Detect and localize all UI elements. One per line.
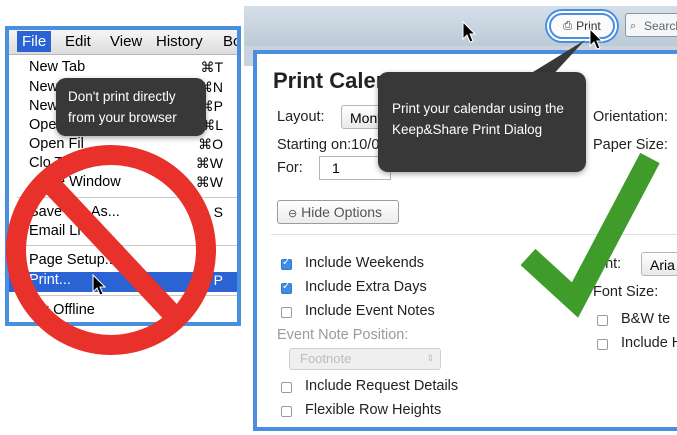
tooltip-dont-print-browser: Don't print directly from your browser (56, 78, 206, 136)
mouse-cursor-icon (462, 20, 477, 43)
annotation-overlay (6, 20, 660, 355)
mouse-cursor-icon (92, 273, 107, 296)
prohibit-icon (6, 145, 216, 355)
mouse-cursor-icon (589, 27, 604, 50)
tooltip-use-print-dialog: Print your calendar using the Keep&Share… (378, 72, 586, 172)
checkmark-icon (520, 152, 660, 318)
